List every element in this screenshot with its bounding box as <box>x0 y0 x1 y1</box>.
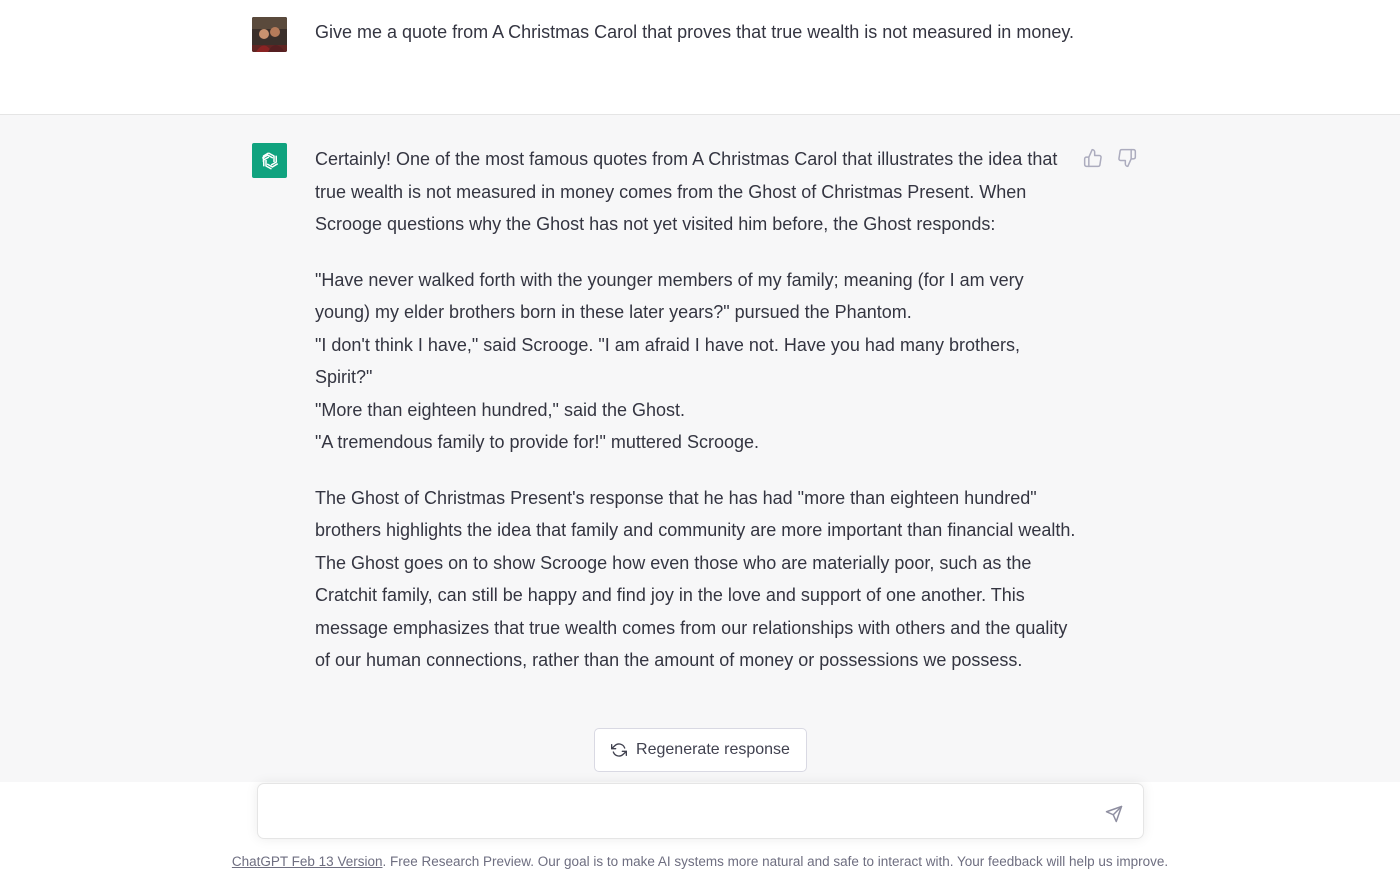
message-input-box <box>257 783 1144 839</box>
quote-line: "A tremendous family to provide for!" mu… <box>315 432 759 452</box>
thumbs-down-icon[interactable] <box>1116 147 1138 169</box>
user-message-text: Give me a quote from A Christmas Carol t… <box>315 22 1075 42</box>
refresh-icon <box>611 743 628 757</box>
regenerate-response-button[interactable]: Regenerate response <box>594 728 807 772</box>
openai-logo-icon <box>252 143 287 178</box>
composer-area: ChatGPT Feb 13 Version. Free Research Pr… <box>0 782 1400 888</box>
answer-quote: "Have never walked forth with the younge… <box>315 264 1080 459</box>
thumbs-up-icon[interactable] <box>1082 147 1104 169</box>
answer-intro: Certainly! One of the most famous quotes… <box>315 149 1058 234</box>
paper-plane-icon <box>1105 805 1123 823</box>
footer-disclaimer: ChatGPT Feb 13 Version. Free Research Pr… <box>0 854 1400 869</box>
send-button[interactable] <box>1103 803 1125 825</box>
user-message-row: Give me a quote from A Christmas Carol t… <box>0 0 1400 115</box>
user-avatar <box>252 17 287 52</box>
version-link[interactable]: ChatGPT Feb 13 Version <box>232 854 383 869</box>
quote-line: "I don't think I have," said Scrooge. "I… <box>315 334 1020 388</box>
feedback-buttons <box>1082 147 1138 169</box>
answer-conclusion: The Ghost of Christmas Present's respons… <box>315 487 1076 671</box>
quote-line: "Have never walked forth with the younge… <box>315 269 1024 323</box>
regenerate-label: Regenerate response <box>636 741 790 758</box>
assistant-message-row: Certainly! One of the most famous quotes… <box>0 115 1400 782</box>
chat-page: Give me a quote from A Christmas Carol t… <box>0 0 1400 888</box>
quote-line: "More than eighteen hundred," said the G… <box>315 399 686 420</box>
message-input[interactable] <box>274 800 1094 826</box>
assistant-message-text: Certainly! One of the most famous quotes… <box>315 143 1080 700</box>
footer-text: . Free Research Preview. Our goal is to … <box>382 854 1169 869</box>
